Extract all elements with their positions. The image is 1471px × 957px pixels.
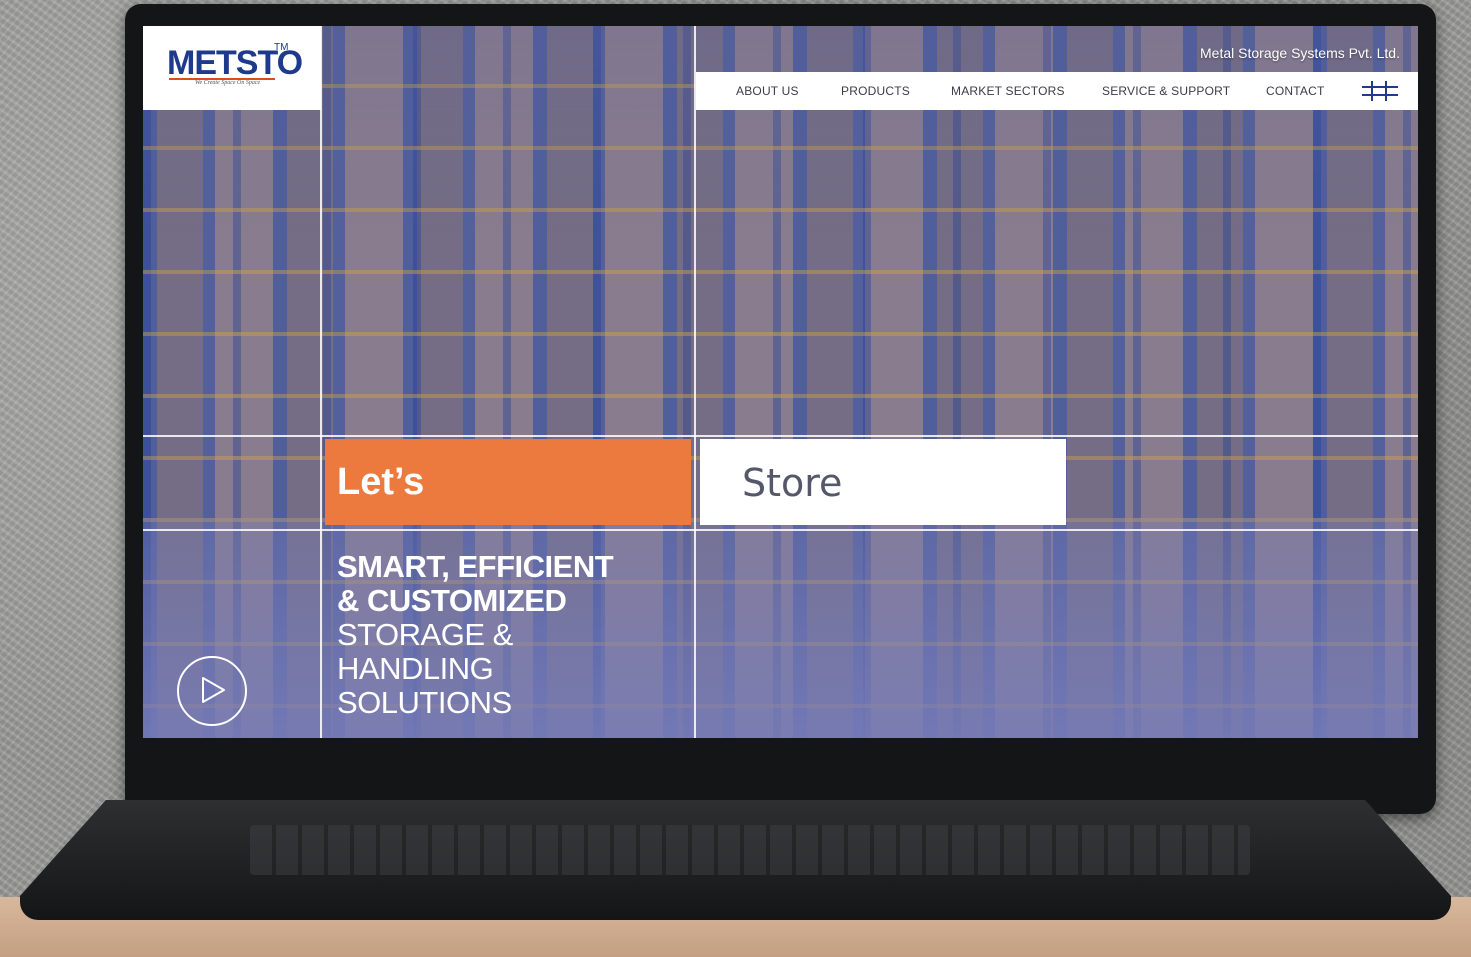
- website-screen: METSTO TM We Create Space On Space Metal…: [143, 26, 1418, 738]
- tagline-line-2: & CUSTOMIZED: [337, 583, 567, 618]
- logo-trademark: TM: [274, 42, 289, 53]
- nav-item-about-us[interactable]: ABOUT US: [736, 84, 799, 98]
- grid-line-vertical-1: [320, 26, 322, 738]
- nav-item-products[interactable]: PRODUCTS: [841, 84, 910, 98]
- laptop-keyboard: [250, 825, 1250, 875]
- tagline-line-3: STORAGE &: [337, 617, 513, 652]
- logo[interactable]: METSTO TM We Create Space On Space: [143, 26, 321, 110]
- warehouse-floor: [143, 518, 1418, 738]
- grid-line-horizontal-2: [143, 529, 1418, 531]
- tagline-line-1: SMART, EFFICIENT: [337, 549, 614, 584]
- tagline-line-4: HANDLING: [337, 651, 494, 686]
- hero-word-box-lets: Let’s: [325, 439, 691, 525]
- hash-grid-icon[interactable]: [1360, 80, 1400, 102]
- grid-line-vertical-2: [694, 26, 696, 738]
- hero-tagline: SMART, EFFICIENT & CUSTOMIZED STORAGE & …: [337, 549, 614, 720]
- play-icon: [202, 677, 225, 703]
- tagline-line-5: SOLUTIONS: [337, 685, 512, 720]
- main-navigation: ABOUT US PRODUCTS MARKET SECTORS SERVICE…: [696, 72, 1418, 110]
- hero-word-store: Store: [742, 461, 843, 505]
- nav-item-service-support[interactable]: SERVICE & SUPPORT: [1102, 84, 1230, 98]
- nav-item-contact[interactable]: CONTACT: [1266, 84, 1325, 98]
- play-video-button[interactable]: [177, 656, 247, 726]
- nav-item-market-sectors[interactable]: MARKET SECTORS: [951, 84, 1065, 98]
- company-name: Metal Storage Systems Pvt. Ltd.: [1200, 45, 1400, 61]
- logo-tagline: We Create Space On Space: [195, 80, 261, 86]
- grid-line-horizontal-1: [143, 435, 1418, 437]
- hero-word-box-store: Store: [700, 439, 1066, 525]
- hero-word-lets: Let’s: [337, 461, 425, 503]
